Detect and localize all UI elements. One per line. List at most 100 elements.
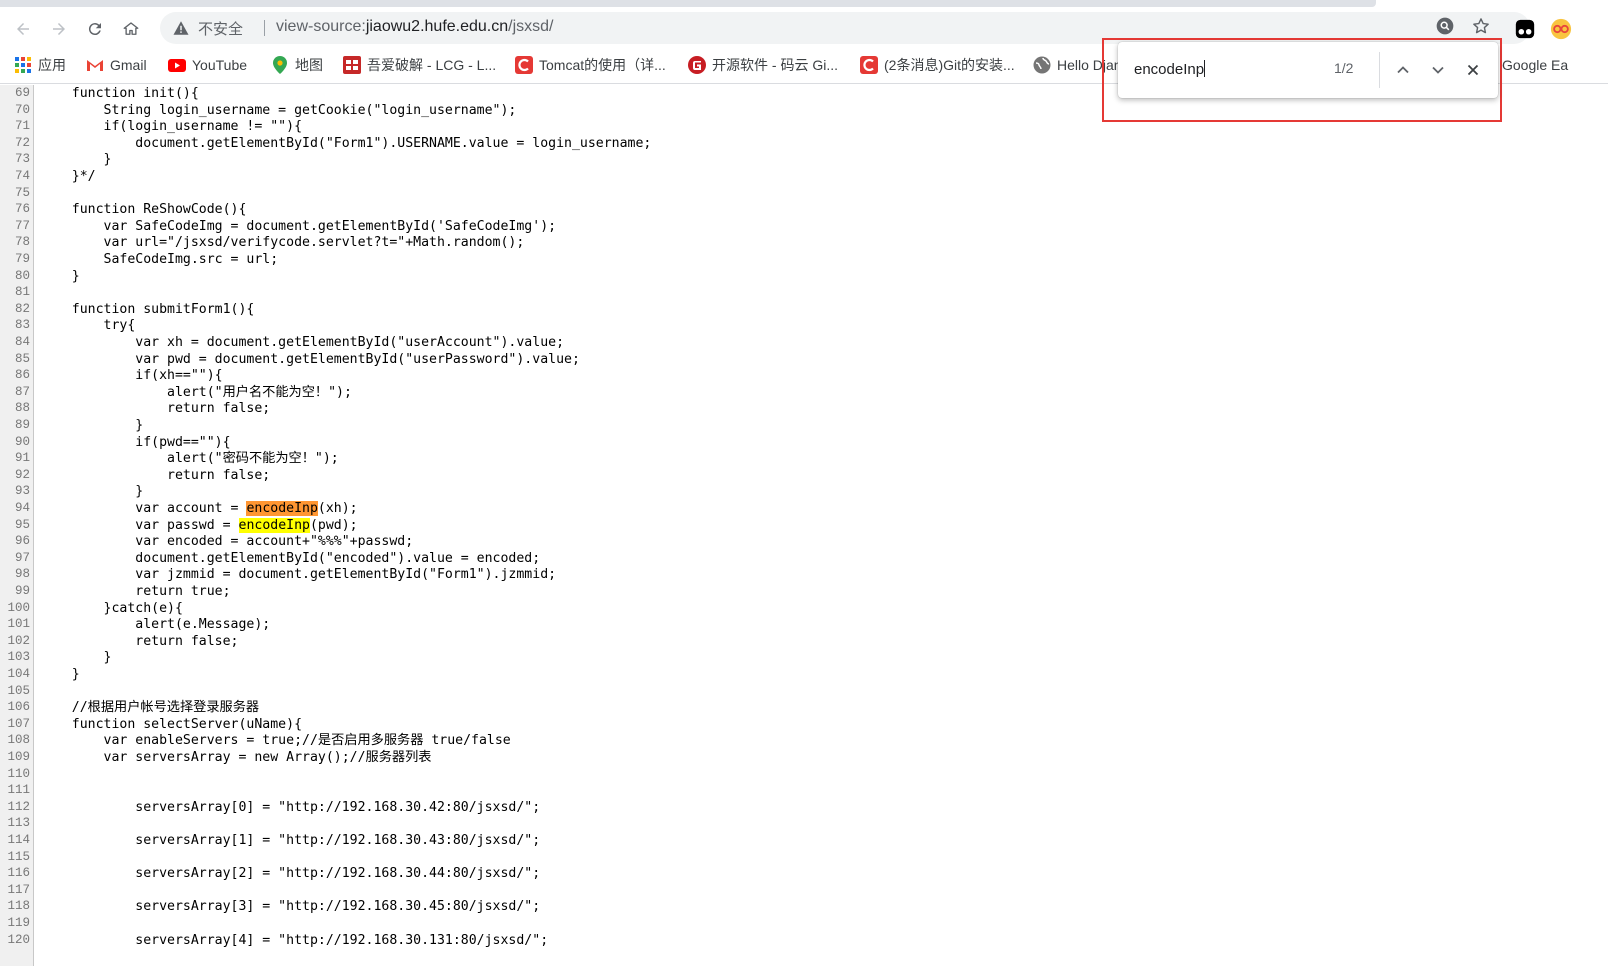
youtube-icon	[168, 56, 186, 74]
find-previous-button[interactable]	[1389, 56, 1417, 84]
url-text[interactable]: view-source:jiaowu2.hufe.edu.cn/jsxsd/	[276, 18, 553, 36]
line-code: serversArray[1] = "http://192.168.30.43:…	[40, 833, 541, 848]
bookmark-gitee[interactable]: 开源软件 - 码云 Gi...	[688, 54, 838, 76]
insecure-label[interactable]: 不安全	[198, 18, 243, 39]
line-code: if(pwd==""){	[40, 434, 231, 450]
chevron-up-icon	[1397, 66, 1409, 74]
line-number: 91	[14, 451, 30, 466]
text-caret	[1204, 60, 1206, 77]
reload-button[interactable]	[80, 14, 110, 44]
line-code: return false;	[40, 401, 271, 417]
line-number: 74	[14, 169, 30, 183]
view-source-pane[interactable]: 69 function init(){70 String login_usern…	[0, 85, 1608, 966]
line-number: 113	[7, 816, 30, 831]
line-code: SafeCodeImg.src = url;	[40, 252, 279, 267]
url-host: jiaowu2.hufe.edu.cn	[365, 18, 509, 35]
bookmark-label: YouTube	[192, 57, 248, 73]
line-number: 92	[14, 467, 30, 482]
line-number: 73	[14, 152, 30, 167]
line-code: try{	[40, 318, 136, 334]
bookmark-label: 地图	[295, 57, 323, 73]
back-button[interactable]	[8, 14, 38, 44]
line-number: 103	[7, 650, 30, 665]
find-input[interactable]: encodeInp	[1134, 60, 1206, 78]
extension-button[interactable]	[1514, 18, 1536, 40]
line-code: function submitForm1(){	[40, 301, 255, 317]
line-code: }	[40, 152, 112, 168]
bookmark-label: (2条消息)Git的安装...	[884, 57, 1015, 73]
line-code: }catch(e){	[40, 600, 183, 616]
bookmark-google-earth[interactable]: Google Ea	[1502, 54, 1568, 76]
bookmark-maps[interactable]: 地图	[271, 54, 323, 76]
line-code: }	[40, 667, 80, 682]
bookmark-label: Google Ea	[1502, 57, 1569, 73]
line-code: var passwd = encodeInp(pwd);	[40, 517, 358, 534]
close-icon	[1467, 64, 1479, 76]
warning-icon[interactable]	[172, 19, 190, 37]
line-number: 70	[14, 102, 30, 117]
line-number: 117	[7, 882, 30, 897]
line-number: 76	[14, 202, 30, 217]
line-number: 87	[14, 384, 30, 399]
find-match-count: 1/2	[1334, 60, 1354, 76]
line-number: 89	[14, 418, 30, 432]
line-code: var pwd = document.getElementById("userP…	[40, 351, 580, 367]
reload-icon	[88, 23, 101, 36]
bookmark-52pojie[interactable]: 吾爱破解 - LCG - L...	[343, 54, 496, 76]
line-code: var jzmmid = document.getElementById("Fo…	[40, 567, 557, 583]
home-button[interactable]	[116, 14, 146, 44]
chevron-down-icon	[1432, 66, 1444, 74]
bookmark-youtube[interactable]: YouTube	[168, 54, 247, 76]
forward-button[interactable]	[44, 14, 74, 44]
line-number: 112	[7, 799, 30, 814]
line-code: var SafeCodeImg = document.getElementByI…	[40, 218, 557, 234]
find-in-page-indicator[interactable]	[1434, 15, 1456, 37]
extension-button-2[interactable]	[1550, 18, 1572, 40]
line-number: 77	[14, 218, 30, 233]
line-code: document.getElementById("Form1").USERNAM…	[40, 135, 652, 151]
line-code: return false;	[40, 633, 239, 649]
line-code: function selectServer(uName){	[40, 716, 303, 732]
line-number: 84	[14, 335, 30, 349]
bookmark-apps[interactable]: 应用	[14, 54, 66, 76]
find-close-button[interactable]	[1459, 56, 1487, 84]
52pojie-icon	[343, 56, 361, 74]
line-number: 95	[14, 517, 30, 532]
bookmark-gmail[interactable]: Gmail	[86, 54, 147, 76]
line-code: return true;	[40, 584, 231, 599]
arrow-left-icon	[17, 23, 29, 35]
line-number: 109	[7, 750, 30, 764]
bookmark-git-install[interactable]: (2条消息)Git的安装...	[860, 54, 1015, 76]
line-number: 99	[14, 584, 30, 598]
line-number: 69	[14, 86, 30, 100]
line-code: }*/	[40, 169, 96, 184]
find-divider	[1379, 52, 1380, 88]
line-number: 72	[14, 135, 30, 150]
code-text: (xh);	[317, 501, 358, 516]
line-number: 79	[14, 252, 30, 266]
line-number: 82	[14, 301, 30, 316]
line-number: 85	[14, 351, 30, 366]
line-number: 120	[7, 932, 30, 947]
bookmark-tomcat[interactable]: Tomcat的使用（详...	[515, 54, 666, 76]
line-code: var enableServers = true;//是否启用多服务器 true…	[40, 733, 511, 749]
find-next-button[interactable]	[1424, 56, 1452, 84]
line-code: serversArray[0] = "http://192.168.30.42:…	[40, 799, 541, 815]
line-number: 81	[14, 285, 30, 300]
line-number: 98	[14, 567, 30, 582]
csdn-icon	[515, 56, 533, 74]
line-code: var url="/jsxsd/verifycode.servlet?t="+M…	[40, 235, 525, 251]
bookmark-star-button[interactable]	[1470, 15, 1492, 37]
line-number: 93	[14, 484, 30, 499]
line-number: 110	[7, 766, 30, 781]
line-code: document.getElementById("encoded").value…	[40, 550, 541, 566]
bookmark-label: 开源软件 - 码云 Gi...	[712, 57, 838, 73]
line-number: 104	[7, 667, 30, 681]
find-bar: encodeInp 1/2	[1118, 42, 1498, 98]
line-code: }	[40, 650, 112, 666]
line-number: 114	[7, 833, 30, 847]
line-code: var encoded = account+"%%%"+passwd;	[40, 534, 414, 550]
line-code: if(login_username != ""){	[40, 119, 303, 135]
line-code: serversArray[4] = "http://192.168.30.131…	[40, 932, 549, 948]
line-code: var account = encodeInp(xh);	[40, 500, 358, 517]
